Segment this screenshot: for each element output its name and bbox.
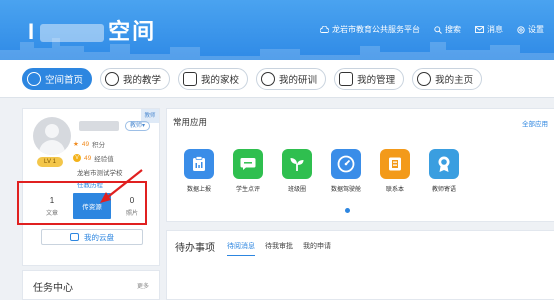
app-label: 班级圈	[287, 187, 306, 193]
gear-icon	[517, 25, 525, 34]
app-label: 学生点评	[235, 187, 260, 193]
todo-panel: 待办事项 待阅消息 待我审批 我的申请	[166, 230, 554, 300]
space-brand-title[interactable]: I 空间	[28, 14, 156, 46]
tab-label: 我的研训	[279, 75, 318, 86]
header-banner: I 空间 龙岩市教育公共服务平台 搜索 消息 设置	[0, 0, 554, 60]
profile-card: 教师 LV 1 教师▾ ★ 49 积分 V 49 经验值 龙岩市测试学校 任教历…	[17, 108, 161, 266]
medal-icon: V	[73, 154, 81, 162]
task-center-more-link[interactable]: 更多	[137, 281, 149, 290]
avatar-head	[45, 124, 59, 138]
photos-count[interactable]: 0 照片	[117, 196, 147, 217]
avatar[interactable]	[33, 117, 71, 155]
contact-book-icon	[380, 149, 410, 179]
top-links: 龙岩市教育公共服务平台 搜索 消息 设置	[320, 24, 544, 35]
report-icon	[184, 149, 214, 179]
sprout-icon	[282, 149, 312, 179]
exp-value: 49	[84, 154, 92, 162]
mail-icon	[475, 26, 484, 33]
brand-prefix: I	[28, 19, 37, 44]
tab-my-home-school[interactable]: 我的家校	[178, 68, 249, 90]
tab-label: 我的教学	[123, 75, 162, 86]
chat-icon	[105, 72, 120, 86]
cloud-disk-label: 我的云盘	[84, 232, 114, 242]
profile-counts: 1 文章 传资源 0 照片	[23, 189, 161, 223]
app-teacher-message[interactable]: 教师寄语	[426, 149, 462, 193]
medal-icon	[429, 149, 459, 179]
user-icon	[27, 72, 41, 86]
document-icon	[339, 72, 354, 86]
app-class-circle[interactable]: 班级圈	[279, 149, 315, 193]
tab-my-applications[interactable]: 我的申请	[303, 241, 331, 256]
app-label: 数据上报	[186, 187, 211, 193]
search-link[interactable]: 搜索	[434, 24, 461, 35]
settings-link-label: 设置	[528, 25, 544, 34]
monitor-icon	[183, 72, 198, 86]
all-apps-link[interactable]: 全部应用	[522, 118, 548, 128]
tab-label: 我的管理	[357, 75, 396, 86]
level-badge: LV 1	[37, 157, 63, 167]
search-icon	[434, 25, 442, 34]
blurred-username	[79, 121, 119, 131]
gauge-icon	[331, 149, 361, 179]
message-link-label: 消息	[487, 25, 503, 34]
carousel-page-dot[interactable]	[345, 208, 350, 213]
exp-stat: V 49 经验值	[73, 153, 114, 163]
app-contact-book[interactable]: 联系本	[377, 149, 413, 193]
articles-count[interactable]: 1 文章	[37, 196, 67, 217]
upload-resource-button[interactable]: 传资源	[73, 193, 111, 219]
main-nav-bar: 空间首页 我的教学 我的家校 我的研训 我的管理 我的主页	[0, 60, 554, 98]
app-data-cockpit[interactable]: 数据驾驶舱	[328, 149, 364, 193]
common-apps-panel: 常用应用 全部应用 数据上报 学生点评 班级圈 数据驾驶舱 联系本 教师寄语	[166, 108, 554, 222]
task-center-card: 任务中心 更多	[22, 270, 160, 300]
task-center-title: 任务中心	[33, 283, 73, 294]
articles-label: 文章	[45, 210, 58, 217]
role-dropdown[interactable]: 教师▾	[125, 121, 151, 131]
app-label: 联系本	[385, 187, 404, 193]
exp-label: 经验值	[94, 156, 114, 163]
teaching-history-link[interactable]: 任教历程	[77, 179, 103, 189]
search-link-label: 搜索	[445, 25, 461, 34]
todo-tabs: 待阅消息 待我审批 我的申请	[227, 241, 331, 256]
platform-link-label: 龙岩市教育公共服务平台	[332, 25, 420, 34]
brand-suffix: 空间	[108, 19, 157, 44]
app-data-report[interactable]: 数据上报	[181, 149, 217, 193]
tab-my-teaching[interactable]: 我的教学	[100, 68, 171, 90]
tab-my-management[interactable]: 我的管理	[334, 68, 405, 90]
photos-label: 照片	[125, 210, 138, 217]
settings-link[interactable]: 设置	[517, 24, 544, 35]
star-icon: ★	[73, 141, 79, 148]
points-value: 49	[81, 140, 90, 148]
tab-label: 空间首页	[45, 75, 84, 86]
tab-unread-messages[interactable]: 待阅消息	[227, 241, 255, 256]
main-nav: 空间首页 我的教学 我的家校 我的研训 我的管理 我的主页	[22, 68, 483, 90]
blurred-name	[40, 24, 105, 43]
cloud-icon	[320, 26, 329, 33]
comment-icon	[233, 149, 263, 179]
articles-value: 1	[49, 195, 55, 205]
avatar-body	[39, 140, 65, 155]
tab-label: 我的家校	[201, 75, 240, 86]
school-name: 龙岩市测试学校	[77, 170, 123, 177]
platform-link[interactable]: 龙岩市教育公共服务平台	[320, 24, 420, 35]
tab-pending-approval[interactable]: 待我审批	[265, 241, 293, 256]
apps-grid: 数据上报 学生点评 班级圈 数据驾驶舱 联系本 教师寄语	[181, 149, 462, 193]
discussion-icon	[261, 72, 276, 86]
app-student-review[interactable]: 学生点评	[230, 149, 266, 193]
todo-title: 待办事项	[175, 243, 215, 254]
home-icon	[417, 72, 432, 86]
message-link[interactable]: 消息	[475, 24, 503, 35]
tab-my-homepage[interactable]: 我的主页	[412, 68, 483, 90]
my-cloud-disk-button[interactable]: 我的云盘	[41, 229, 143, 245]
tab-space-home[interactable]: 空间首页	[22, 68, 93, 90]
cloud-disk-icon	[70, 233, 79, 241]
points-label: 积分	[92, 142, 106, 149]
tab-my-training[interactable]: 我的研训	[256, 68, 327, 90]
photos-value: 0	[129, 195, 135, 205]
points-stat: ★ 49 积分	[73, 139, 106, 150]
app-label: 教师寄语	[431, 187, 456, 193]
app-label: 数据驾驶舱	[330, 187, 361, 193]
tab-label: 我的主页	[435, 75, 474, 86]
apps-title: 常用应用	[173, 117, 208, 127]
